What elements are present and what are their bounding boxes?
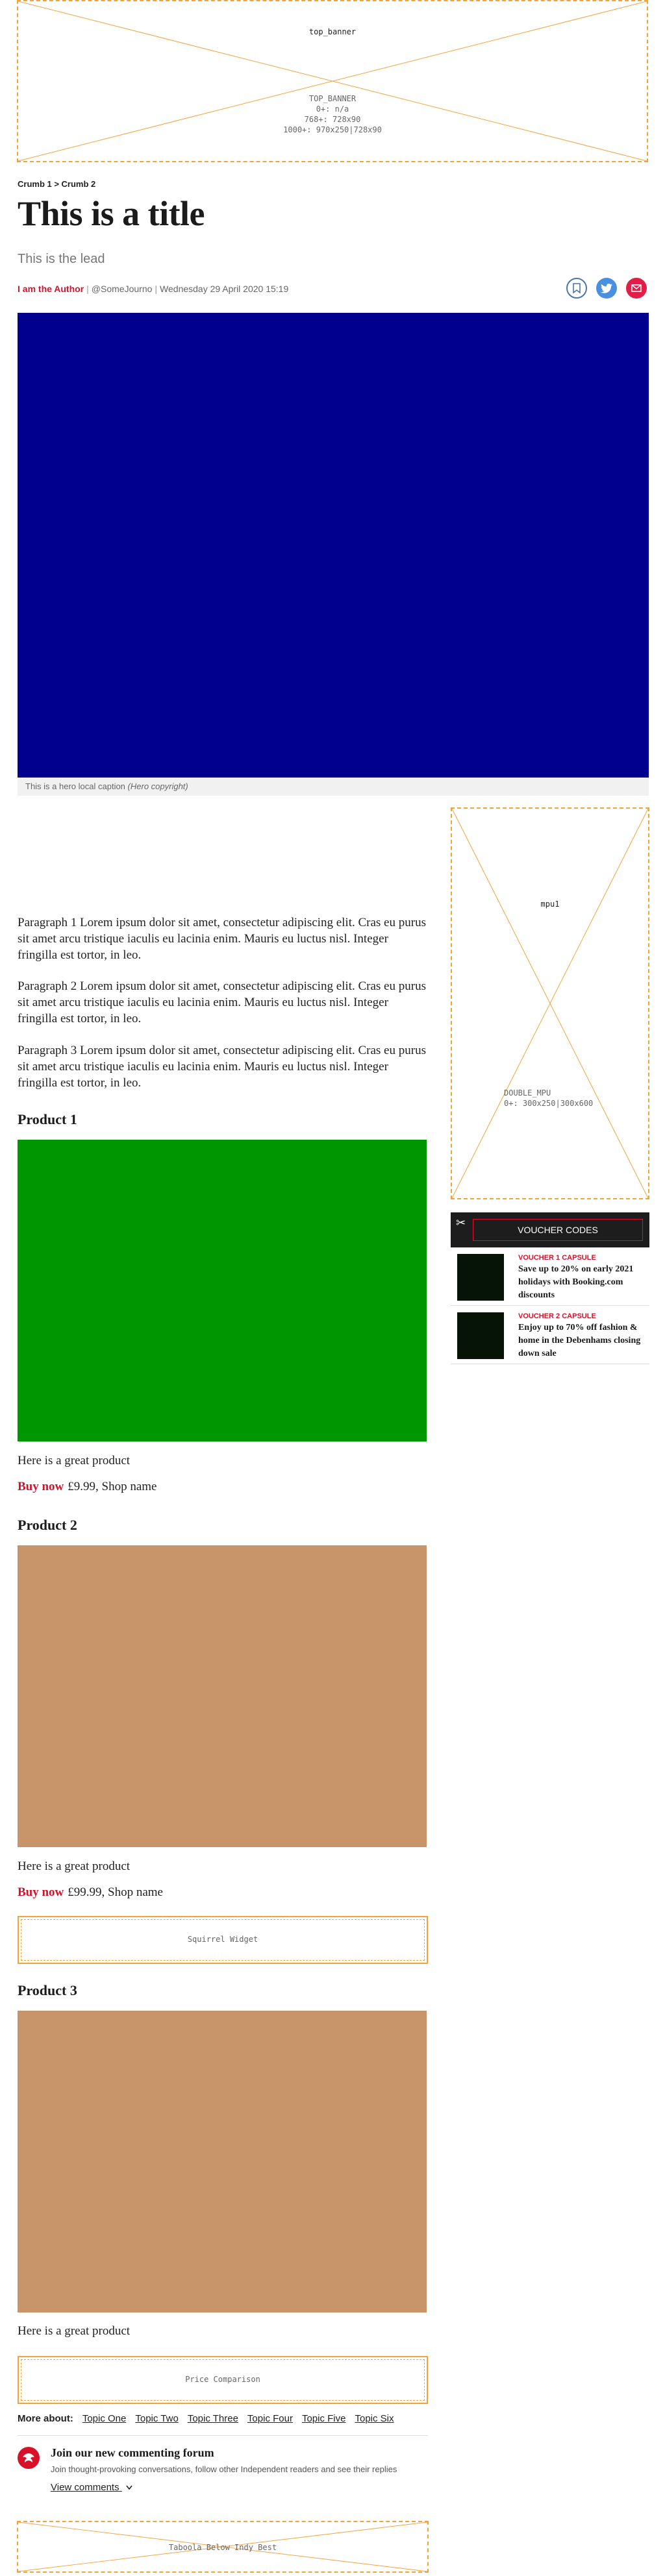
ad-slot-name: top_banner xyxy=(308,27,357,36)
product-description: Here is a great product xyxy=(18,1454,131,1467)
product-image[interactable] xyxy=(18,2011,427,2312)
voucher-codes-button[interactable]: VOUCHER CODES xyxy=(473,1219,643,1241)
hero-image xyxy=(18,313,649,778)
forum-title: Join our new commenting forum xyxy=(51,2446,214,2459)
publish-date: Wednesday 29 April 2020 15:19 xyxy=(160,284,289,294)
top-banner-ad: top_banner TOP_BANNER 0+: n/a 768+: 728x… xyxy=(17,0,648,162)
article-lead: This is the lead xyxy=(18,252,105,266)
voucher-item[interactable]: VOUCHER 2 CAPSULE Enjoy up to 70% off fa… xyxy=(451,1306,649,1364)
topic-link[interactable]: Topic Four xyxy=(247,2413,293,2424)
body-paragraph: Paragraph 1 Lorem ipsum dolor sit amet, … xyxy=(18,916,426,962)
author-handle[interactable]: @SomeJourno xyxy=(92,284,153,294)
more-about-label: More about: xyxy=(18,2413,73,2424)
voucher-codes-header: ✂ VOUCHER CODES xyxy=(451,1212,649,1247)
product-description: Here is a great product xyxy=(18,1859,131,1873)
byline: I am the Author | @SomeJourno | Wednesday 29… xyxy=(18,284,289,294)
voucher-kicker: VOUCHER 1 CAPSULE xyxy=(518,1254,596,1262)
chevron-down-icon xyxy=(126,2485,132,2490)
twitter-share-button[interactable] xyxy=(596,278,617,299)
taboola-ad: Taboola Below Indy Best xyxy=(17,2521,429,2573)
product-price: Buy now £99.99, Shop name xyxy=(18,1885,163,1899)
product-image[interactable] xyxy=(18,1545,427,1847)
topic-link[interactable]: Topic Three xyxy=(188,2413,238,2424)
topic-link[interactable]: Topic Six xyxy=(355,2413,394,2424)
breadcrumb[interactable]: Crumb 1 > Crumb 2 xyxy=(18,179,95,189)
product-image[interactable] xyxy=(18,1140,427,1441)
email-icon xyxy=(631,284,642,292)
hero-copyright: (Hero copyright) xyxy=(127,781,188,791)
voucher-title[interactable]: Enjoy up to 70% off fashion & home in th… xyxy=(518,1321,646,1360)
product-title: Product 1 xyxy=(18,1111,77,1127)
bookmark-button[interactable] xyxy=(566,278,587,299)
squirrel-widget: Squirrel Widget xyxy=(18,1916,428,1964)
author-link[interactable]: I am the Author xyxy=(18,284,84,294)
product-description: Here is a great product xyxy=(18,2324,131,2338)
mpu-ad: mpu1 DOUBLE_MPU 0+: 300x250|300x600 xyxy=(451,807,649,1199)
product-title: Product 3 xyxy=(18,1982,77,1998)
ad-slot-meta: TOP_BANNER 0+: n/a 768+: 728x90 1000+: 9… xyxy=(283,94,382,134)
topic-link[interactable]: Topic Two xyxy=(135,2413,178,2424)
buy-now-link[interactable]: Buy now xyxy=(18,1480,64,1493)
voucher-item[interactable]: VOUCHER 1 CAPSULE Save up to 20% on earl… xyxy=(451,1247,649,1306)
product-title: Product 2 xyxy=(18,1517,77,1533)
bookmark-icon xyxy=(573,283,581,293)
twitter-icon xyxy=(601,283,612,293)
body-paragraph: Paragraph 2 Lorem ipsum dolor sit amet, … xyxy=(18,979,426,1025)
price-comparison-widget: Price Comparison xyxy=(18,2356,428,2404)
topic-link[interactable]: Topic Five xyxy=(302,2413,346,2424)
hero-caption: This is a hero local caption (Hero copyr… xyxy=(18,778,649,796)
voucher-title[interactable]: Save up to 20% on early 2021 holidays wi… xyxy=(518,1263,646,1302)
email-share-button[interactable] xyxy=(626,278,647,299)
page-title: This is a title xyxy=(18,194,205,233)
voucher-thumbnail[interactable] xyxy=(457,1312,504,1359)
buy-now-link[interactable]: Buy now xyxy=(18,1885,64,1899)
ad-slot-name: mpu1 xyxy=(540,900,560,909)
product-price: Buy now £9.99, Shop name xyxy=(18,1480,157,1493)
divider xyxy=(18,2435,428,2436)
ad-placeholder-cross xyxy=(18,1,647,161)
independent-eagle-icon xyxy=(18,2447,40,2469)
voucher-thumbnail[interactable] xyxy=(457,1254,504,1301)
topic-link[interactable]: Topic One xyxy=(82,2413,127,2424)
body-paragraph: Paragraph 3 Lorem ipsum dolor sit amet, … xyxy=(18,1044,426,1090)
voucher-kicker: VOUCHER 2 CAPSULE xyxy=(518,1312,596,1320)
ad-slot-meta: DOUBLE_MPU 0+: 300x250|300x600 xyxy=(504,1088,594,1108)
forum-subtitle: Join thought-provoking conversations, fo… xyxy=(51,2464,397,2474)
scissors-icon: ✂ xyxy=(456,1216,466,1229)
more-about: More about: Topic One Topic Two Topic Th… xyxy=(18,2413,394,2424)
ad-placeholder-cross xyxy=(452,809,648,1198)
view-comments-button[interactable]: View comments xyxy=(51,2482,132,2493)
